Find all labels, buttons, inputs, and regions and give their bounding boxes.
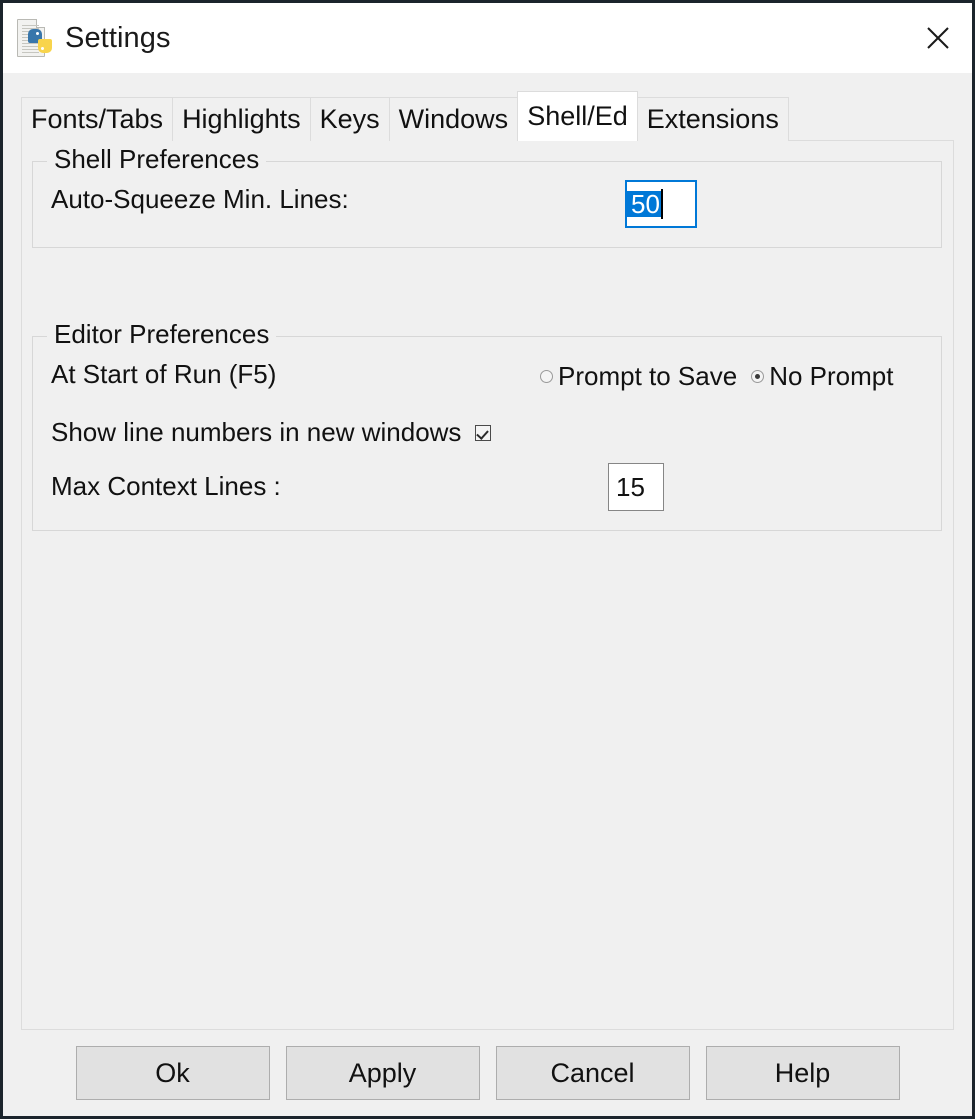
tab-windows[interactable]: Windows — [388, 97, 519, 141]
tab-fonts-tabs[interactable]: Fonts/Tabs — [21, 97, 174, 141]
text-cursor — [660, 189, 663, 219]
ok-button[interactable]: Ok — [75, 1046, 270, 1100]
auto-squeeze-value: 50 — [627, 191, 661, 217]
tab-highlights[interactable]: Highlights — [172, 97, 311, 141]
tab-label: Windows — [398, 104, 509, 134]
max-context-lines-value: 15 — [616, 471, 645, 502]
tab-bar: Fonts/Tabs Highlights Keys Windows Shell… — [21, 91, 972, 141]
editor-preferences-title: Editor Preferences — [47, 319, 277, 350]
shell-preferences-group: Shell Preferences Auto-Squeeze Min. Line… — [32, 144, 942, 248]
button-label: Ok — [155, 1057, 190, 1088]
radio-prompt-to-save[interactable]: Prompt to Save — [540, 361, 737, 392]
auto-squeeze-input[interactable]: 50 — [625, 180, 697, 228]
auto-squeeze-label: Auto-Squeeze Min. Lines: — [51, 184, 349, 214]
shell-preferences-title: Shell Preferences — [47, 144, 267, 175]
radio-no-prompt[interactable]: No Prompt — [751, 361, 893, 392]
shell-ed-tab-panel: Shell Preferences Auto-Squeeze Min. Line… — [21, 140, 954, 1030]
page-title: Settings — [65, 21, 171, 54]
tab-label: Highlights — [182, 104, 301, 134]
tab-label: Keys — [319, 104, 380, 134]
close-icon[interactable] — [904, 3, 972, 73]
show-line-numbers-checkbox[interactable] — [475, 424, 492, 441]
python-document-icon — [15, 16, 55, 60]
button-label: Help — [774, 1057, 831, 1088]
radio-label: Prompt to Save — [558, 361, 738, 391]
editor-preferences-group: Editor Preferences At Start of Run (F5) … — [32, 319, 942, 531]
tab-label: Shell/Ed — [527, 101, 628, 131]
tab-shell-ed[interactable]: Shell/Ed — [517, 91, 638, 141]
at-start-of-run-label: At Start of Run (F5) — [51, 359, 277, 389]
settings-window: Settings Fonts/Tabs Highlights Keys Wind… — [0, 0, 975, 1119]
tab-extensions[interactable]: Extensions — [636, 97, 789, 141]
title-bar: Settings — [3, 3, 972, 73]
radio-circle-icon — [540, 370, 553, 383]
button-label: Cancel — [550, 1057, 635, 1088]
apply-button[interactable]: Apply — [285, 1046, 480, 1100]
max-context-lines-input[interactable]: 15 — [608, 463, 664, 511]
button-label: Apply — [348, 1057, 417, 1088]
help-button[interactable]: Help — [705, 1046, 900, 1100]
cancel-button[interactable]: Cancel — [495, 1046, 690, 1100]
dialog-button-bar: Ok Apply Cancel Help — [3, 1030, 972, 1116]
show-line-numbers-label: Show line numbers in new windows — [51, 417, 462, 447]
radio-circle-selected-icon — [751, 370, 765, 383]
max-context-lines-label: Max Context Lines : — [51, 471, 281, 501]
tab-label: Extensions — [646, 104, 779, 134]
tab-label: Fonts/Tabs — [31, 104, 164, 134]
tab-keys[interactable]: Keys — [309, 97, 390, 141]
radio-label: No Prompt — [769, 361, 894, 391]
